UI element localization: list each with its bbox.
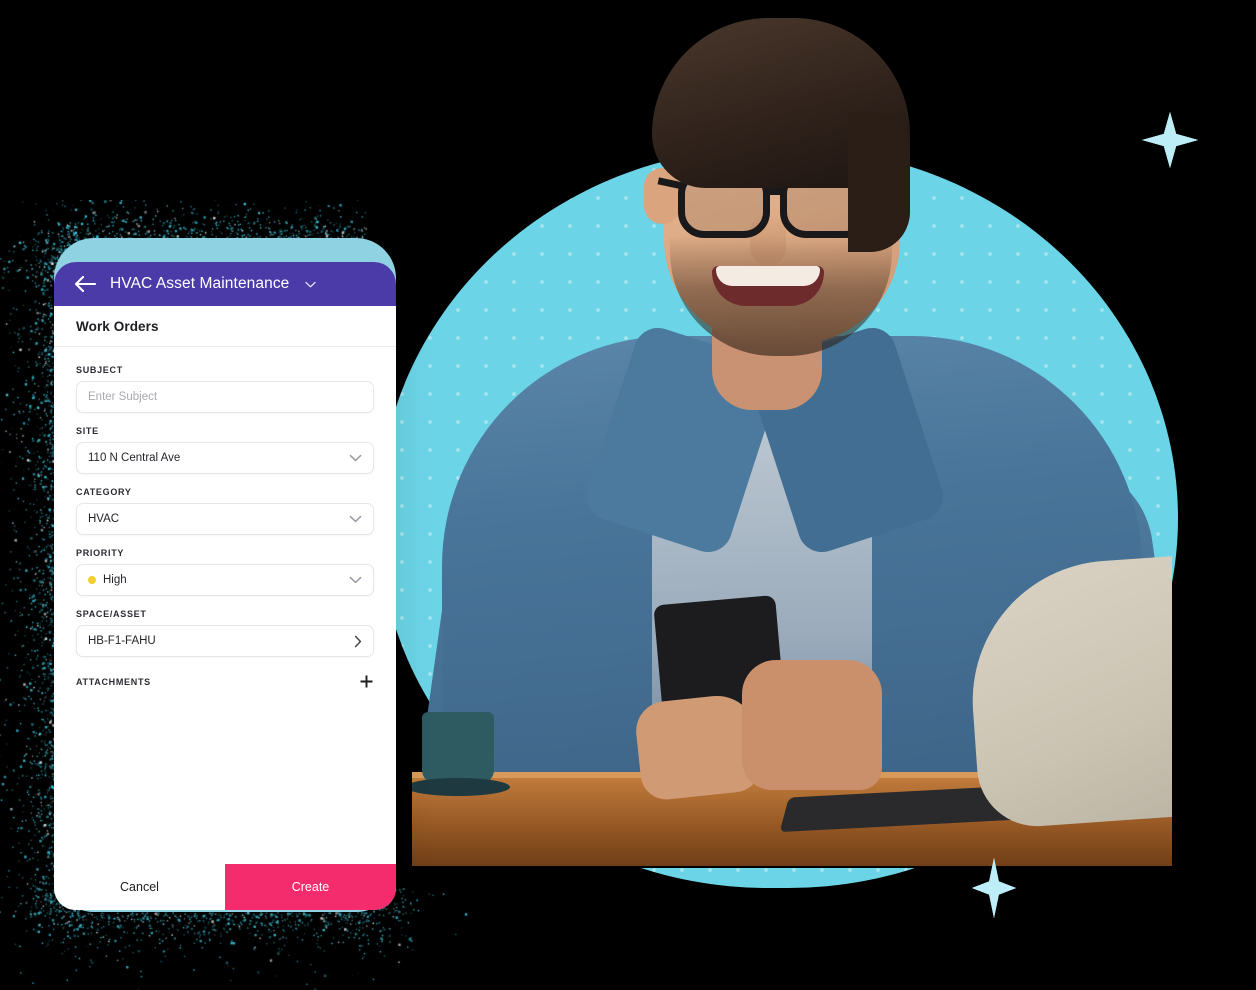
subject-placeholder: Enter Subject [88, 391, 362, 403]
hero-photo [412, 0, 1172, 868]
field-category: CATEGORY HVAC [76, 487, 374, 535]
space-asset-value: HB-F1-FAHU [88, 635, 354, 647]
field-subject: SUBJECT Enter Subject [76, 365, 374, 413]
cancel-button[interactable]: Cancel [54, 864, 225, 910]
field-label-category: CATEGORY [76, 487, 374, 497]
screenshot-stage: HVAC Asset Maintenance Work Orders SUBJE… [0, 0, 1256, 990]
attachments-row: ATTACHMENTS [76, 674, 374, 689]
page-title: Work Orders [76, 319, 159, 334]
photo-bottom-mask [412, 866, 1172, 868]
category-select[interactable]: HVAC [76, 503, 374, 535]
space-asset-picker[interactable]: HB-F1-FAHU [76, 625, 374, 657]
chevron-down-icon [349, 576, 362, 584]
app-header: HVAC Asset Maintenance [54, 262, 396, 306]
field-priority: PRIORITY High [76, 548, 374, 596]
field-space-asset: SPACE/ASSET HB-F1-FAHU [76, 609, 374, 657]
field-label-priority: PRIORITY [76, 548, 374, 558]
priority-status-dot [88, 576, 96, 584]
subheader: Work Orders [54, 306, 396, 347]
priority-select[interactable]: High [76, 564, 374, 596]
site-select[interactable]: 110 N Central Ave [76, 442, 374, 474]
site-value: 110 N Central Ave [88, 452, 349, 464]
mouth [712, 266, 824, 306]
hair-side [848, 112, 910, 252]
glasses-bridge [768, 188, 784, 195]
attachments-label: ATTACHMENTS [76, 677, 151, 687]
chevron-down-icon [349, 454, 362, 462]
hand-right [742, 660, 882, 790]
plus-icon[interactable] [359, 674, 374, 689]
chevron-down-icon[interactable] [305, 281, 316, 288]
teeth [716, 266, 820, 286]
category-value: HVAC [88, 513, 349, 525]
chevron-right-icon [354, 635, 362, 648]
create-button[interactable]: Create [225, 864, 396, 910]
field-label-subject: SUBJECT [76, 365, 374, 375]
priority-value: High [103, 574, 349, 586]
work-order-form: SUBJECT Enter Subject SITE 110 N Central… [54, 347, 396, 689]
chevron-down-icon [349, 515, 362, 523]
subject-input[interactable]: Enter Subject [76, 381, 374, 413]
coffee-mug [422, 712, 494, 784]
field-site: SITE 110 N Central Ave [76, 426, 374, 474]
field-label-space-asset: SPACE/ASSET [76, 609, 374, 619]
field-label-site: SITE [76, 426, 374, 436]
arrow-left-icon[interactable] [74, 275, 96, 293]
phone-screen: HVAC Asset Maintenance Work Orders SUBJE… [54, 262, 396, 910]
app-title: HVAC Asset Maintenance [110, 275, 289, 293]
action-bar: Cancel Create [54, 864, 396, 910]
